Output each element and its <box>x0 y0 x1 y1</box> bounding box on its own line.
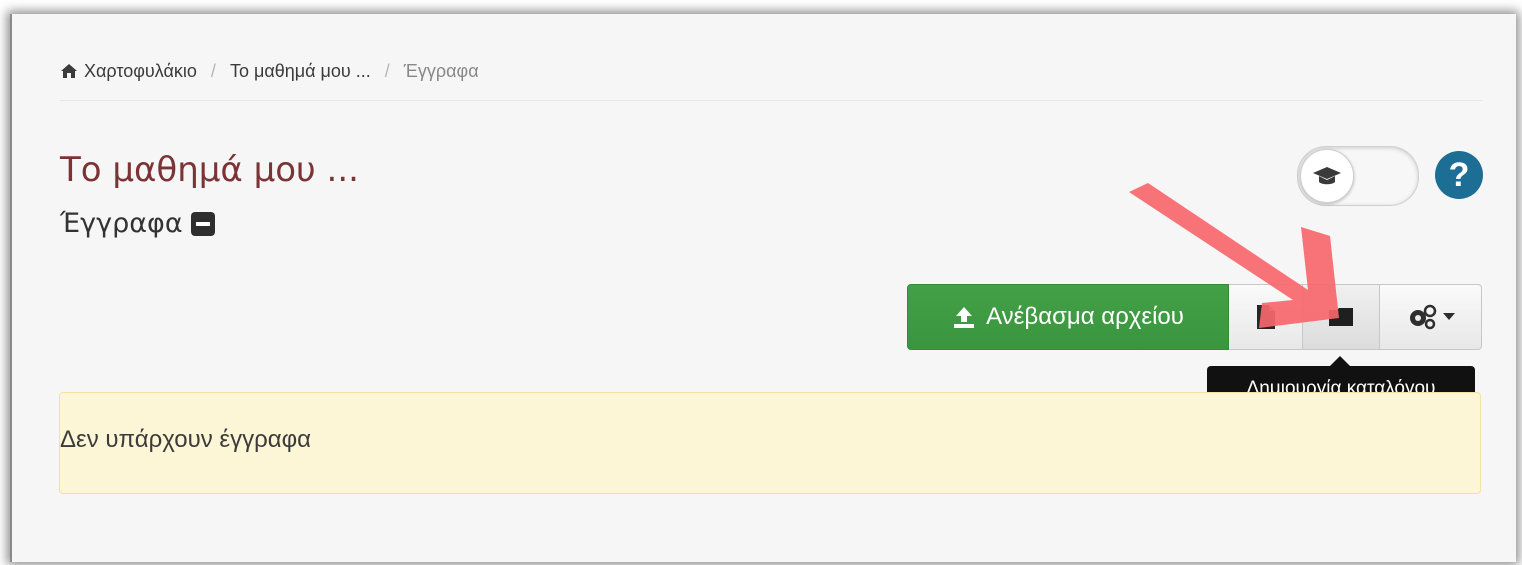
file-icon <box>1256 305 1275 329</box>
minus-square-icon[interactable] <box>190 211 215 236</box>
create-document-button[interactable] <box>1229 284 1303 350</box>
graduation-cap-icon <box>1313 167 1341 185</box>
breadcrumb-portfolio-link[interactable]: Χαρτοφυλάκιο <box>84 61 197 82</box>
settings-dropdown-button[interactable] <box>1380 284 1482 350</box>
tooltip-arrow <box>1330 356 1350 366</box>
caret-down-icon <box>1442 313 1455 320</box>
upload-icon <box>954 307 975 328</box>
breadcrumb-course-link[interactable]: Το μαθημά μου ... <box>230 61 371 82</box>
folder-icon <box>1329 308 1353 326</box>
breadcrumb-current: Έγγραφα <box>403 60 479 81</box>
breadcrumb-separator: / <box>210 60 216 81</box>
help-icon[interactable]: ? <box>1435 151 1483 199</box>
toggle-knob <box>1300 149 1354 203</box>
upload-file-button[interactable]: Ανέβασμα αρχείου <box>907 284 1229 350</box>
breadcrumb-divider <box>60 100 1482 101</box>
page-title: Το μαθημά μου ... <box>60 150 359 190</box>
home-icon <box>61 64 77 78</box>
breadcrumb: Χαρτοφυλάκιο / Το μαθημά μου ... / Έγγρα… <box>60 58 479 84</box>
create-folder-button[interactable] <box>1303 284 1380 350</box>
page-subtitle: Έγγραφα <box>60 208 215 239</box>
gears-icon <box>1409 304 1436 330</box>
student-view-toggle[interactable] <box>1297 146 1419 206</box>
document-toolbar: Ανέβασμα αρχείου <box>907 284 1482 350</box>
subtitle-text: Έγγραφα <box>60 208 183 239</box>
upload-file-label: Ανέβασμα αρχείου <box>986 303 1184 330</box>
empty-documents-message: Δεν υπάρχουν έγγραφα <box>60 426 312 453</box>
breadcrumb-separator: / <box>384 60 390 81</box>
